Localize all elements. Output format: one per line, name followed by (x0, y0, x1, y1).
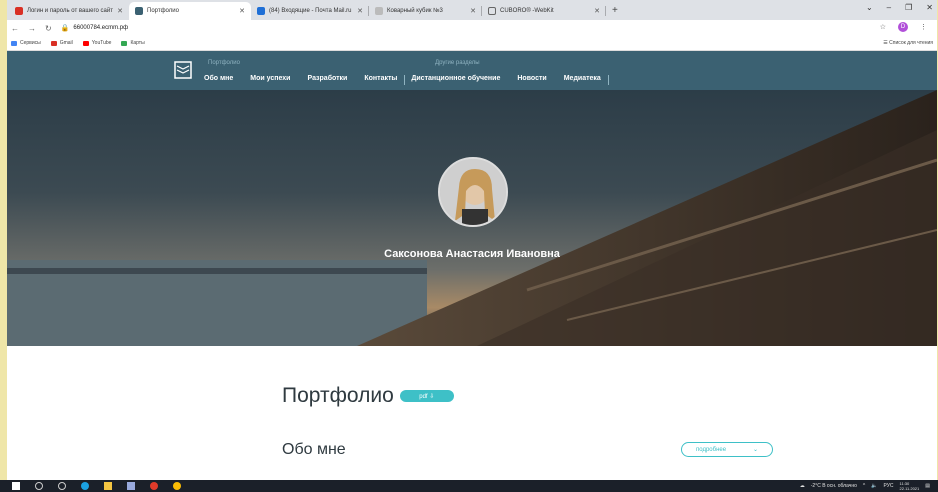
weather-text[interactable]: -2°C В осн. облачно (811, 483, 857, 489)
nav-contacts[interactable]: Контакты (364, 75, 397, 85)
edge-icon[interactable] (81, 482, 89, 490)
date: 22.11.2021 (899, 486, 920, 491)
page-title: Портфолио (282, 384, 394, 407)
windows-start-icon[interactable] (12, 482, 20, 490)
restore-icon[interactable]: ❐ (905, 3, 912, 12)
bookmark-label: Gmail (59, 40, 73, 46)
close-icon[interactable]: ✕ (357, 7, 363, 15)
nav-distance-learning[interactable]: Дистанционное обучение (411, 75, 500, 85)
hero-banner: Саксонова Анастасия Ивановна (7, 90, 937, 346)
nav-about[interactable]: Обо мне (204, 75, 233, 85)
task-view-icon[interactable] (58, 482, 66, 490)
youtube-icon (82, 40, 89, 46)
search-icon[interactable] (35, 482, 43, 490)
nav-news[interactable]: Новости (517, 75, 546, 85)
bookmark-label: YouTube (91, 40, 112, 46)
explorer-icon[interactable] (104, 482, 112, 490)
star-icon[interactable]: ☆ (880, 23, 886, 31)
more-label: подробнее (696, 446, 727, 453)
bookmark-gmail[interactable]: Gmail (50, 40, 73, 46)
back-icon[interactable]: ← (11, 24, 19, 33)
menu-icon[interactable]: ⋮ (920, 23, 927, 31)
close-icon[interactable]: ✕ (117, 7, 123, 15)
opera-icon[interactable] (150, 482, 158, 490)
minimize-icon[interactable]: – (887, 3, 891, 12)
apps-icon (11, 40, 17, 46)
mail-icon[interactable] (127, 482, 135, 490)
new-tab-button[interactable]: + (612, 5, 618, 16)
tab-portfolio[interactable]: Портфолио ✕ (129, 2, 251, 20)
url-field[interactable]: 66000784.ecmm.рф (73, 25, 128, 31)
about-heading: Обо мне (282, 441, 346, 458)
close-window-icon[interactable]: ✕ (926, 3, 933, 12)
tab-mail[interactable]: (84) Входящие - Почта Mail.ru ✕ (251, 2, 369, 20)
maps-icon (121, 40, 128, 46)
main-content: Портфолио pdf ⇩ Обо мне подробнее ⌄ (7, 346, 937, 480)
tab-search-icon[interactable]: ⌄ (866, 3, 873, 12)
nav-links: Обо мне Мои успехи Разработки Контакты Д… (204, 75, 615, 85)
weather-icon: ☁ (799, 483, 805, 489)
tab-label: Портфолио (147, 8, 179, 14)
bookmark-maps[interactable]: Карты (121, 40, 145, 46)
page-icon (488, 7, 496, 15)
person-name: Саксонова Анастасия Ивановна (384, 248, 560, 260)
portfolio-logo-icon[interactable] (174, 60, 192, 80)
language-indicator[interactable]: РУС (884, 483, 894, 489)
close-icon[interactable]: ✕ (470, 7, 476, 15)
address-bar: ← → ↻ 🔒 66000784.ecmm.рф ☆ D ⋮ (7, 20, 937, 36)
tab-label: (84) Входящие - Почта Mail.ru (269, 8, 352, 14)
lock-icon: 🔒 (60, 25, 70, 32)
reload-icon[interactable]: ↻ (45, 24, 52, 33)
nav-divider (404, 75, 406, 85)
nav-success[interactable]: Мои успехи (250, 75, 290, 85)
tab-cuboro[interactable]: CUBORO® -WebKit ✕ (482, 2, 606, 20)
system-tray: ☁ -2°C В осн. облачно ^ 🔈 РУС 11:30 22.1… (800, 481, 930, 491)
tab-cube[interactable]: Коварный кубик №3 ✕ (369, 2, 482, 20)
avatar (438, 157, 508, 227)
nav-divider (607, 75, 609, 85)
windows-taskbar: ☁ -2°C В осн. облачно ^ 🔈 РУС 11:30 22.1… (0, 480, 938, 492)
gmail-icon (15, 7, 23, 15)
tab-login[interactable]: Логин и пароль от вашего сайт ✕ (9, 2, 129, 20)
close-icon[interactable]: ✕ (594, 7, 600, 15)
tab-label: Коварный кубик №3 (387, 8, 443, 14)
tray-chevron-icon[interactable]: ^ (863, 483, 865, 489)
clock[interactable]: 11:30 22.11.2021 (900, 481, 920, 491)
pdf-download-button[interactable]: pdf ⇩ (399, 390, 454, 402)
bookmark-services[interactable]: Сервисы (11, 40, 41, 46)
chrome-icon[interactable] (173, 482, 181, 490)
site-navbar: Портфолио Другие разделы Обо мне Мои усп… (7, 51, 937, 90)
more-button[interactable]: подробнее ⌄ (681, 442, 773, 457)
cube-icon (375, 7, 383, 15)
nav-developments[interactable]: Разработки (308, 75, 348, 85)
reading-list-label: Список для чтения (889, 40, 933, 46)
bookmark-label: Карты (130, 40, 145, 46)
bookmarks-bar: Сервисы Gmail YouTube Карты ☰ Список для… (7, 36, 937, 51)
forward-icon[interactable]: → (28, 24, 36, 33)
tab-strip: Логин и пароль от вашего сайт ✕ Портфоли… (7, 0, 937, 20)
browser-window: Логин и пароль от вашего сайт ✕ Портфоли… (7, 0, 937, 480)
mail-icon (257, 7, 265, 15)
chevron-down-icon: ⌄ (752, 447, 758, 453)
window-controls: ⌄ – ❐ ✕ (866, 3, 933, 12)
nav-group-portfolio: Портфолио (208, 60, 240, 66)
tab-label: CUBORO® -WebKit (500, 8, 554, 14)
tab-label: Логин и пароль от вашего сайт (27, 8, 113, 14)
reading-list-button[interactable]: ☰ Список для чтения (883, 40, 933, 46)
nav-media[interactable]: Медиатека (564, 75, 601, 85)
bookmark-youtube[interactable]: YouTube (82, 40, 112, 46)
site-icon (135, 7, 143, 15)
notifications-icon[interactable]: ▤ (925, 483, 930, 489)
bookmark-label: Сервисы (20, 40, 41, 46)
section-title: Портфолио pdf ⇩ (282, 384, 454, 408)
nav-group-other: Другие разделы (435, 60, 480, 66)
gmail-icon (50, 40, 57, 46)
volume-icon[interactable]: 🔈 (871, 483, 877, 489)
profile-avatar[interactable]: D (898, 22, 908, 32)
close-icon[interactable]: ✕ (239, 7, 245, 15)
